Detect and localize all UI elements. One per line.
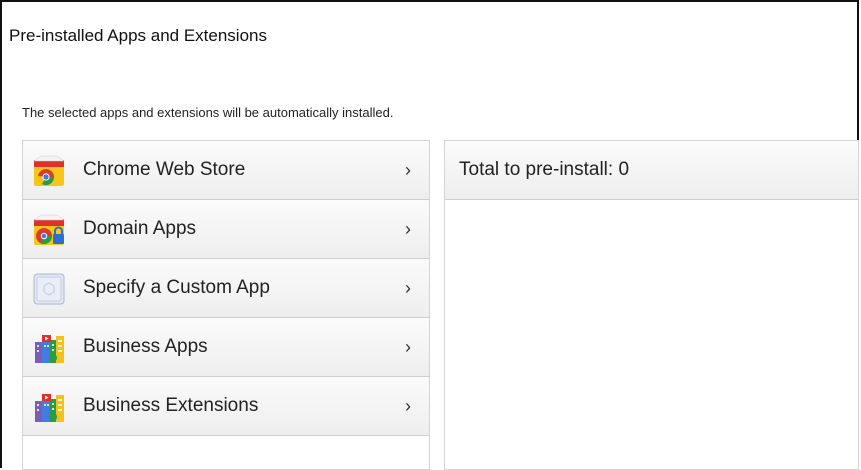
business-extensions-icon bbox=[35, 394, 64, 422]
total-to-preinstall: Total to pre-install: 0 bbox=[459, 159, 630, 180]
chevron-right-icon: › bbox=[405, 219, 411, 239]
menu-item-chrome-web-store[interactable]: Chrome Web Store › bbox=[23, 141, 429, 200]
menu-item-specify-custom-app[interactable]: Specify a Custom App › bbox=[23, 259, 429, 318]
menu-item-business-extensions[interactable]: Business Extensions › bbox=[23, 377, 429, 436]
menu-item-label: Business Apps bbox=[83, 336, 208, 357]
custom-app-icon bbox=[33, 273, 65, 305]
chrome-web-store-icon bbox=[33, 155, 65, 186]
chevron-right-icon: › bbox=[405, 160, 411, 180]
selected-apps-panel: Total to pre-install: 0 bbox=[444, 140, 859, 470]
menu-item-business-apps[interactable]: Business Apps › bbox=[23, 318, 429, 377]
chevron-right-icon: › bbox=[405, 278, 411, 298]
menu-item-label: Domain Apps bbox=[83, 218, 197, 239]
chevron-right-icon: › bbox=[405, 337, 411, 357]
chevron-right-icon: › bbox=[405, 396, 411, 416]
selected-apps-header: Total to pre-install: 0 bbox=[445, 141, 858, 200]
domain-apps-icon bbox=[33, 214, 65, 245]
menu-item-domain-apps[interactable]: Domain Apps › bbox=[23, 200, 429, 259]
menu-item-label: Business Extensions bbox=[83, 395, 259, 416]
business-apps-icon bbox=[35, 335, 64, 363]
menu-item-label: Specify a Custom App bbox=[83, 277, 270, 298]
page-title: Pre-installed Apps and Extensions bbox=[9, 26, 267, 45]
source-list-panel: Chrome Web Store › Domain Apps › Specify… bbox=[22, 140, 430, 470]
page-subtitle: The selected apps and extensions will be… bbox=[22, 105, 394, 120]
menu-item-label: Chrome Web Store bbox=[83, 159, 246, 180]
